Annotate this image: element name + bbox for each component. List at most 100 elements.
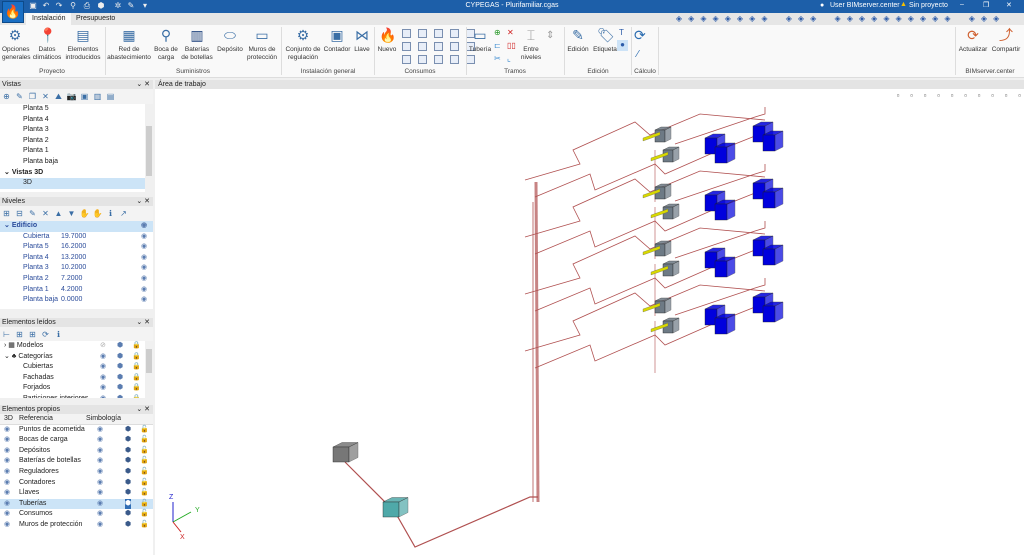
clock-icon[interactable]: ◈ [906, 14, 916, 24]
lock-icon[interactable]: 🔓 [140, 488, 149, 499]
table-row[interactable]: ◉ Bocas de carga ◉ ⬢ 🔓 [0, 435, 153, 446]
eye-3d-icon[interactable]: ◉ [4, 509, 10, 520]
style-icon[interactable]: ⬢ [117, 341, 123, 352]
eye-3d-icon[interactable]: ◉ [4, 446, 10, 457]
conjunto-regulacion-button[interactable]: ⚙ Conjunto de regulación [283, 27, 323, 62]
contador-button[interactable]: ▣ Contador [323, 27, 351, 54]
eye-icon[interactable]: ◉ [100, 394, 106, 398]
consumo-type-button[interactable] [434, 42, 443, 51]
search-icon[interactable]: ⚲ [68, 1, 78, 11]
consumo-type-button[interactable] [402, 42, 411, 51]
style-icon[interactable]: ⬢ [125, 478, 131, 489]
consumo-type-button[interactable] [450, 42, 459, 51]
settings-icon[interactable]: ✲ [113, 1, 123, 11]
edit-view-icon[interactable]: ✎ [14, 91, 25, 102]
style-icon[interactable]: ⬢ [125, 425, 131, 436]
boca-carga-button[interactable]: ⚲ Boca de carga [153, 27, 179, 62]
level-row[interactable]: Planta baja 0.0000 ◉ [0, 295, 153, 306]
style-icon[interactable]: ⬢ [125, 446, 131, 457]
eye-icon[interactable]: ◉ [141, 295, 147, 306]
consumo-type-button[interactable] [418, 42, 427, 51]
table-row[interactable]: ◉ Contadores ◉ ⬢ 🔓 [0, 478, 153, 489]
etiqueta-button[interactable]: 🏷 Etiqueta [592, 27, 618, 54]
consumo-type-button[interactable] [466, 55, 475, 64]
eye-symbol-icon[interactable]: ◉ [97, 435, 103, 446]
delete-view-icon[interactable]: ✕ [40, 91, 51, 102]
ortho-icon[interactable]: ◈ [833, 14, 843, 24]
lock-icon[interactable]: 🔓 [140, 446, 149, 457]
style-icon[interactable]: ⬢ [125, 435, 131, 446]
view-3d-icon[interactable]: ⛰ [53, 91, 64, 102]
snap-toggle-icon[interactable]: ● [617, 40, 628, 51]
close-button[interactable]: ✕ [1006, 1, 1012, 9]
eye-icon[interactable]: ◉ [141, 274, 147, 285]
style-icon[interactable]: ⬢ [117, 383, 123, 394]
tree-icon[interactable]: ▫ [934, 91, 944, 101]
section-icon[interactable]: ▫ [947, 91, 957, 101]
wizard-icon[interactable]: ⁄ [637, 49, 639, 60]
app-flame-icon[interactable]: 🔥 [2, 1, 24, 23]
print-icon[interactable]: ⎙ [82, 1, 92, 11]
level-row[interactable]: Planta 3 10.2000 ◉ [0, 263, 153, 274]
tree-item-category[interactable]: Cubiertas ◉ ⬢ 🔒 [0, 362, 145, 373]
eye-symbol-icon[interactable]: ◉ [97, 456, 103, 467]
level-row[interactable]: Planta 1 4.2000 ◉ [0, 285, 153, 296]
tab-instalacion[interactable]: Instalación [26, 13, 72, 25]
hand-blue-icon[interactable]: ✋ [79, 208, 90, 219]
entre-niveles-button[interactable]: ⌶ Entre niveles [518, 27, 544, 62]
zoom-all-icon[interactable]: ◈ [686, 14, 696, 24]
split-icon[interactable]: ⊏ [494, 41, 501, 50]
info-icon[interactable]: ℹ [53, 329, 64, 340]
actualizar-button[interactable]: ⟳ Actualizar [957, 27, 989, 54]
eye-icon[interactable]: ◉ [141, 221, 147, 232]
pan-hand-icon[interactable]: ◈ [735, 14, 745, 24]
lock-icon[interactable]: 🔒 [132, 341, 141, 352]
zoom-window-icon[interactable]: ◈ [674, 14, 684, 24]
tuberia-button[interactable]: ▭ Tubería [468, 27, 492, 54]
level-row[interactable]: Planta 2 7.2000 ◉ [0, 274, 153, 285]
style-icon[interactable]: ⬢ [125, 498, 132, 510]
capture-icon[interactable]: ▣ [79, 91, 90, 102]
camera-icon[interactable]: 📷 [66, 91, 77, 102]
move-up-icon[interactable]: ▲ [53, 208, 64, 219]
tree-item-view[interactable]: Planta 1 [0, 146, 145, 157]
style-icon[interactable]: ⬢ [125, 456, 131, 467]
consumo-type-button[interactable] [418, 29, 427, 38]
style-icon[interactable]: ⬢ [117, 373, 123, 384]
eye-icon[interactable]: ◉ [141, 253, 147, 264]
lock-icon[interactable]: 🔒 [132, 383, 141, 394]
render-icon[interactable]: ▫ [920, 91, 930, 101]
layers-icon[interactable]: ◈ [784, 14, 794, 24]
dimension-icon[interactable]: ◈ [869, 14, 879, 24]
grid-alt-icon[interactable]: ⊞ [27, 329, 38, 340]
consumo-type-button[interactable] [434, 29, 443, 38]
eye-icon[interactable]: ◉ [141, 285, 147, 296]
tree-item-categorias[interactable]: ⌄ ♣ Categorías ◉ ⬢ 🔒 [0, 352, 145, 363]
text-tool-icon[interactable]: T [619, 28, 624, 37]
lock-icon[interactable]: 🔓 [140, 456, 149, 467]
eye-3d-icon[interactable]: ◉ [4, 425, 10, 436]
save-icon[interactable]: ▣ [28, 1, 38, 11]
add-node-icon[interactable]: ⊕ [494, 28, 501, 37]
lock-icon[interactable]: 🔒 [132, 352, 141, 363]
angle-icon[interactable]: ◈ [894, 14, 904, 24]
move-down-icon[interactable]: ▼ [66, 208, 77, 219]
edit-level-icon[interactable]: ✎ [27, 208, 38, 219]
tree-item-view[interactable]: Planta baja [0, 157, 145, 168]
table-row[interactable]: ◉ Muros de protección ◉ ⬢ 🔓 [0, 520, 153, 531]
style-icon[interactable]: ⬢ [125, 509, 131, 520]
baterias-botellas-button[interactable]: ▥ Baterías de botellas [181, 27, 213, 62]
deposito-button[interactable]: ⬭ Depósito [216, 27, 244, 54]
vistas-scrollbar[interactable] [145, 104, 153, 192]
project-label[interactable]: Sin proyecto [909, 2, 948, 9]
eye-symbol-icon[interactable]: ◉ [97, 509, 103, 520]
hand-red-icon[interactable]: ✋ [92, 208, 103, 219]
book-open-icon[interactable]: ▤ [105, 91, 116, 102]
sphere-icon[interactable]: ▫ [988, 91, 998, 101]
layer-icon[interactable]: ▫ [974, 91, 984, 101]
eye-3d-icon[interactable]: ◉ [4, 520, 10, 531]
zoom-in-icon[interactable]: ◈ [698, 14, 708, 24]
export-icon[interactable]: ⬢ [96, 1, 106, 11]
datos-climaticos-button[interactable]: 📍 Datos climáticos [32, 27, 62, 62]
sheet-icon[interactable]: ◈ [881, 14, 891, 24]
